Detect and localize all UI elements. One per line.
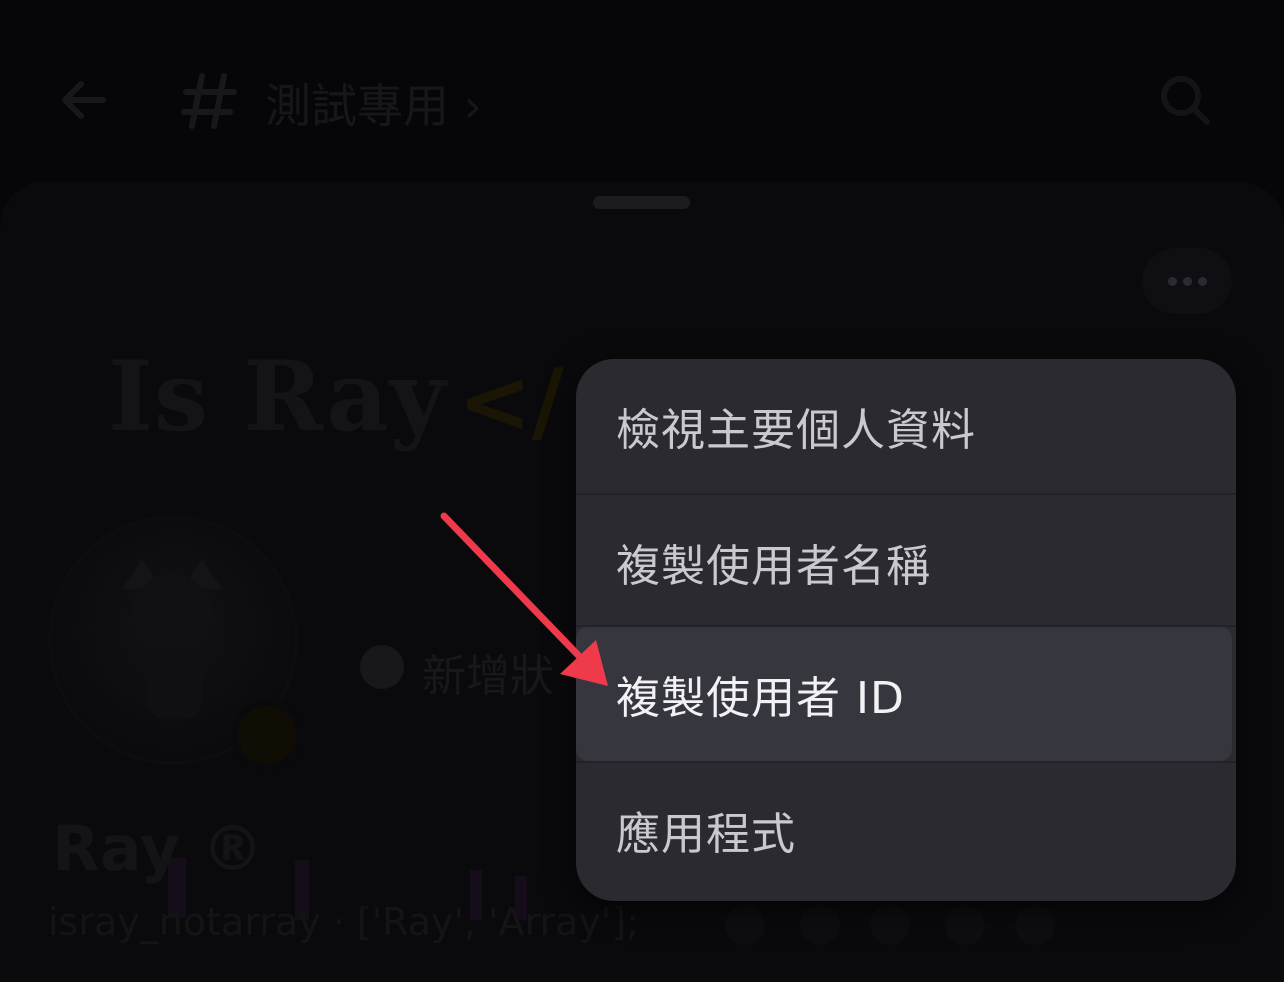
menu-item-copy-username[interactable]: 複製使用者名稱: [576, 495, 1236, 629]
status-badge: [232, 700, 302, 770]
menu-item-copy-user-id[interactable]: 複製使用者 ID: [576, 627, 1232, 761]
plus-icon[interactable]: [360, 645, 404, 689]
more-icon: [1168, 277, 1177, 286]
menu-item-view-main-profile[interactable]: 檢視主要個人資料: [576, 359, 1236, 493]
add-status-label[interactable]: 新增狀: [422, 640, 554, 704]
menu-item-label: 複製使用者名稱: [616, 541, 931, 592]
menu-item-label: 檢視主要個人資料: [616, 405, 976, 456]
context-menu: 檢視主要個人資料 複製使用者名稱 複製使用者 ID 應用程式: [576, 359, 1236, 901]
top-bar: 測試專用 ›: [0, 0, 1284, 190]
menu-item-label: 複製使用者 ID: [616, 673, 905, 724]
channel-title[interactable]: 測試專用 ›: [265, 70, 482, 136]
back-arrow-icon[interactable]: [55, 70, 115, 130]
drag-handle[interactable]: [593, 196, 690, 209]
profile-banner-code: </: [458, 350, 564, 453]
menu-item-apps[interactable]: 應用程式: [576, 763, 1236, 897]
thread-icon: [181, 73, 237, 129]
bio-text: isray_notarray · ['Ray', 'Array'];: [48, 900, 639, 944]
profile-banner-name: Is Ray: [108, 340, 447, 453]
search-icon[interactable]: [1155, 70, 1215, 130]
display-name: Ray ®: [52, 812, 264, 885]
more-button[interactable]: [1142, 248, 1232, 314]
menu-item-label: 應用程式: [616, 809, 796, 860]
